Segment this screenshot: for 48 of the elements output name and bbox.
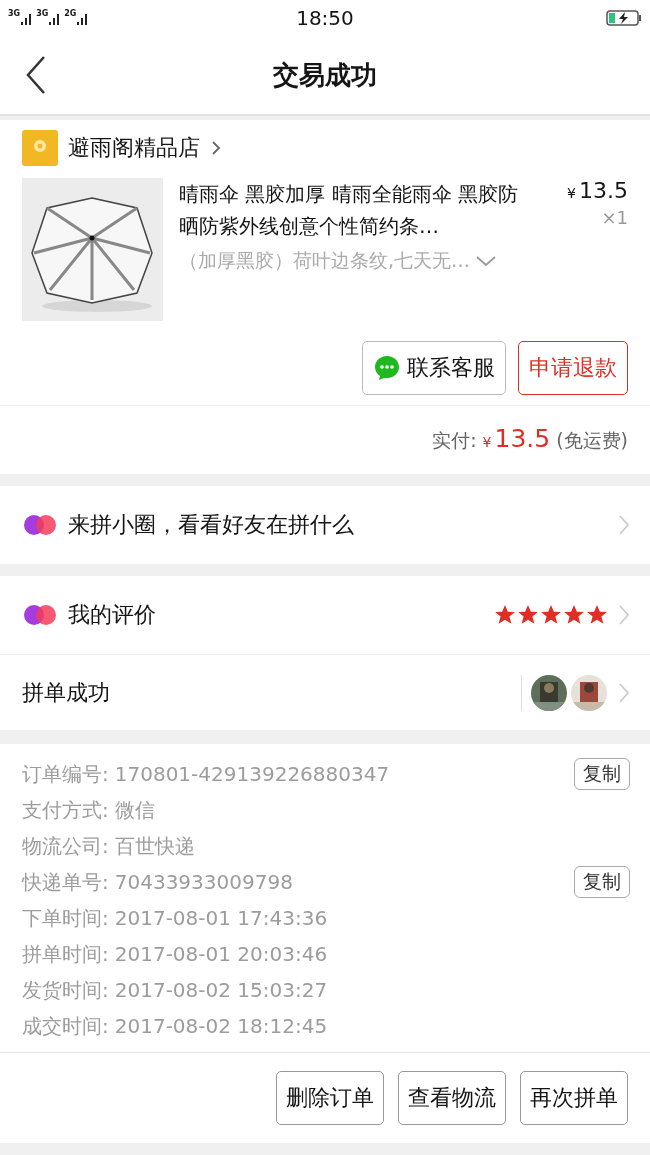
delete-order-button[interactable]: 删除订单 — [276, 1071, 384, 1125]
contact-service-button[interactable]: 联系客服 — [362, 341, 506, 395]
info-label: 发货时间: — [22, 976, 109, 1004]
star-icon — [494, 604, 516, 626]
star-icon — [586, 604, 608, 626]
overlapping-circles-icon — [22, 513, 58, 537]
reorder-button[interactable]: 再次拼单 — [520, 1071, 628, 1125]
info-value: 170801-429139226880347 — [114, 762, 390, 786]
info-label: 成交时间: — [22, 1012, 109, 1040]
group-success-row[interactable]: 拼单成功 — [0, 654, 650, 730]
info-value: 2017-08-02 15:03:27 — [114, 978, 328, 1002]
product-quantity: ×1 — [601, 207, 628, 228]
rating-row[interactable]: 我的评价 — [0, 576, 650, 654]
star-icon — [540, 604, 562, 626]
refund-button[interactable]: 申请退款 — [518, 341, 628, 395]
friends-circle-row[interactable]: 来拼小圈，看看好友在拼什么 — [0, 486, 650, 564]
copy-button[interactable]: 复制 — [574, 758, 630, 790]
page-title: 交易成功 — [273, 58, 377, 92]
copy-button[interactable]: 复制 — [574, 866, 630, 898]
shipping-note: (免运费) — [556, 428, 628, 453]
product-title[interactable]: 晴雨伞 黑胶加厚 晴雨全能雨伞 黑胶防晒防紫外线创意个性简约条… — [179, 178, 532, 242]
info-label: 快递单号: — [22, 868, 109, 896]
product-variant: （加厚黑胶）荷叶边条纹,七天无… — [179, 248, 471, 273]
star-icon — [517, 604, 539, 626]
back-icon[interactable] — [24, 55, 48, 95]
info-label: 订单编号: — [22, 760, 109, 788]
info-label: 拼单时间: — [22, 940, 109, 968]
overlapping-circles-icon — [22, 603, 58, 627]
info-value: 2017-08-02 18:12:45 — [114, 1014, 328, 1038]
total-label: 实付: — [432, 428, 477, 453]
chat-icon — [373, 354, 401, 382]
shop-logo-icon — [22, 130, 58, 166]
star-icon — [563, 604, 585, 626]
shop-name[interactable]: 避雨阁精品店 — [68, 133, 200, 163]
status-time: 18:50 — [296, 6, 354, 30]
chevron-right-icon — [618, 513, 630, 537]
info-value: 百世快递 — [114, 832, 195, 860]
info-label: 支付方式: — [22, 796, 109, 824]
total-amount: ¥13.5 — [482, 424, 551, 453]
info-value: 微信 — [114, 796, 155, 824]
info-value: 2017-08-01 17:43:36 — [114, 906, 328, 930]
chevron-right-icon — [618, 603, 630, 627]
product-price: ¥13.5 — [567, 178, 628, 203]
info-label: 下单时间: — [22, 904, 109, 932]
info-value: 2017-08-01 20:03:46 — [114, 942, 328, 966]
view-logistics-button[interactable]: 查看物流 — [398, 1071, 506, 1125]
info-label: 物流公司: — [22, 832, 109, 860]
info-value: 70433933009798 — [114, 870, 293, 894]
